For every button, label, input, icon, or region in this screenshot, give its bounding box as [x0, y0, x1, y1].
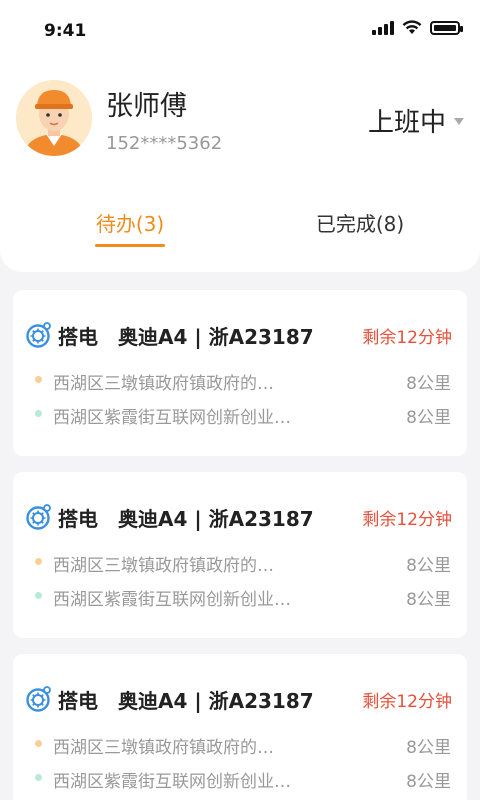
end-address-row: 西湖区紫霞街互联网创新创业… 8公里: [35, 403, 451, 428]
tire-icon: [26, 322, 51, 348]
status-icons: [372, 20, 463, 35]
end-distance: 8公里: [406, 590, 451, 610]
end-dot-icon: [35, 774, 42, 781]
end-distance: 8公里: [406, 772, 451, 792]
start-distance: 8公里: [406, 556, 451, 576]
order-service-type: 搭电: [58, 325, 98, 349]
order-remaining-time: 剩余12分钟: [362, 328, 452, 348]
driver-phone: 152****5362: [106, 133, 223, 154]
start-address: 西湖区三墩镇政府镇政府的…: [53, 738, 274, 758]
work-status-label: 上班中: [367, 108, 446, 138]
end-address: 西湖区紫霞街互联网创新创业…: [53, 772, 291, 792]
order-remaining-time: 剩余12分钟: [362, 510, 452, 530]
avatar[interactable]: [16, 80, 92, 156]
order-car-info: 奥迪A4 | 浙A23187: [118, 507, 314, 531]
start-address: 西湖区三墩镇政府镇政府的…: [53, 556, 274, 576]
profile-header: 张师傅 152****5362 上班中 待办(3) 已完成(8): [0, 60, 480, 272]
wifi-icon: [402, 20, 422, 34]
start-distance: 8公里: [406, 374, 451, 394]
start-dot-icon: [35, 740, 42, 747]
order-remaining-time: 剩余12分钟: [362, 692, 452, 712]
order-service-type: 搭电: [58, 507, 98, 531]
order-car-info: 奥迪A4 | 浙A23187: [118, 689, 314, 713]
order-card[interactable]: 搭电 奥迪A4 | 浙A23187 剩余12分钟 西湖区三墩镇政府镇政府的… 8…: [13, 472, 467, 638]
tab-completed-label: 已完成(8): [315, 212, 405, 236]
tab-todo-label: 待办(3): [95, 212, 165, 236]
caret-down-icon: [454, 118, 464, 125]
driver-name: 张师傅: [106, 91, 187, 122]
work-status-dropdown[interactable]: 上班中: [368, 102, 464, 139]
start-address-row: 西湖区三墩镇政府镇政府的… 8公里: [35, 551, 451, 576]
order-car-info: 奥迪A4 | 浙A23187: [118, 325, 314, 349]
end-address-row: 西湖区紫霞街互联网创新创业… 8公里: [35, 585, 451, 610]
tab-todo[interactable]: 待办(3): [80, 208, 180, 258]
driver-home-page: 9:41 张师傅 152****5362 上班中 待办(3) 已完成(8) 搭电…: [0, 0, 480, 800]
order-card[interactable]: 搭电 奥迪A4 | 浙A23187 剩余12分钟 西湖区三墩镇政府镇政府的… 8…: [13, 290, 467, 456]
start-address-row: 西湖区三墩镇政府镇政府的… 8公里: [35, 369, 451, 394]
start-dot-icon: [35, 376, 42, 383]
start-address: 西湖区三墩镇政府镇政府的…: [53, 374, 274, 394]
end-address-row: 西湖区紫霞街互联网创新创业… 8公里: [35, 767, 451, 792]
start-address-row: 西湖区三墩镇政府镇政府的… 8公里: [35, 733, 451, 758]
end-address: 西湖区紫霞街互联网创新创业…: [53, 408, 291, 428]
end-address: 西湖区紫霞街互联网创新创业…: [53, 590, 291, 610]
tire-icon: [26, 504, 51, 530]
battery-icon: [430, 20, 463, 35]
worker-avatar-icon: [16, 80, 92, 156]
order-tabs: 待办(3) 已完成(8): [0, 208, 480, 258]
order-service-type: 搭电: [58, 689, 98, 713]
end-dot-icon: [35, 410, 42, 417]
start-distance: 8公里: [406, 738, 451, 758]
signal-icon: [372, 20, 394, 35]
tire-icon: [26, 686, 51, 712]
end-dot-icon: [35, 592, 42, 599]
tab-active-underline: [95, 244, 165, 247]
tab-completed[interactable]: 已完成(8): [300, 208, 420, 258]
start-dot-icon: [35, 558, 42, 565]
order-card[interactable]: 搭电 奥迪A4 | 浙A23187 剩余12分钟 西湖区三墩镇政府镇政府的… 8…: [13, 654, 467, 800]
end-distance: 8公里: [406, 408, 451, 428]
status-bar: 9:41: [0, 0, 480, 60]
status-time: 9:41: [44, 21, 87, 41]
